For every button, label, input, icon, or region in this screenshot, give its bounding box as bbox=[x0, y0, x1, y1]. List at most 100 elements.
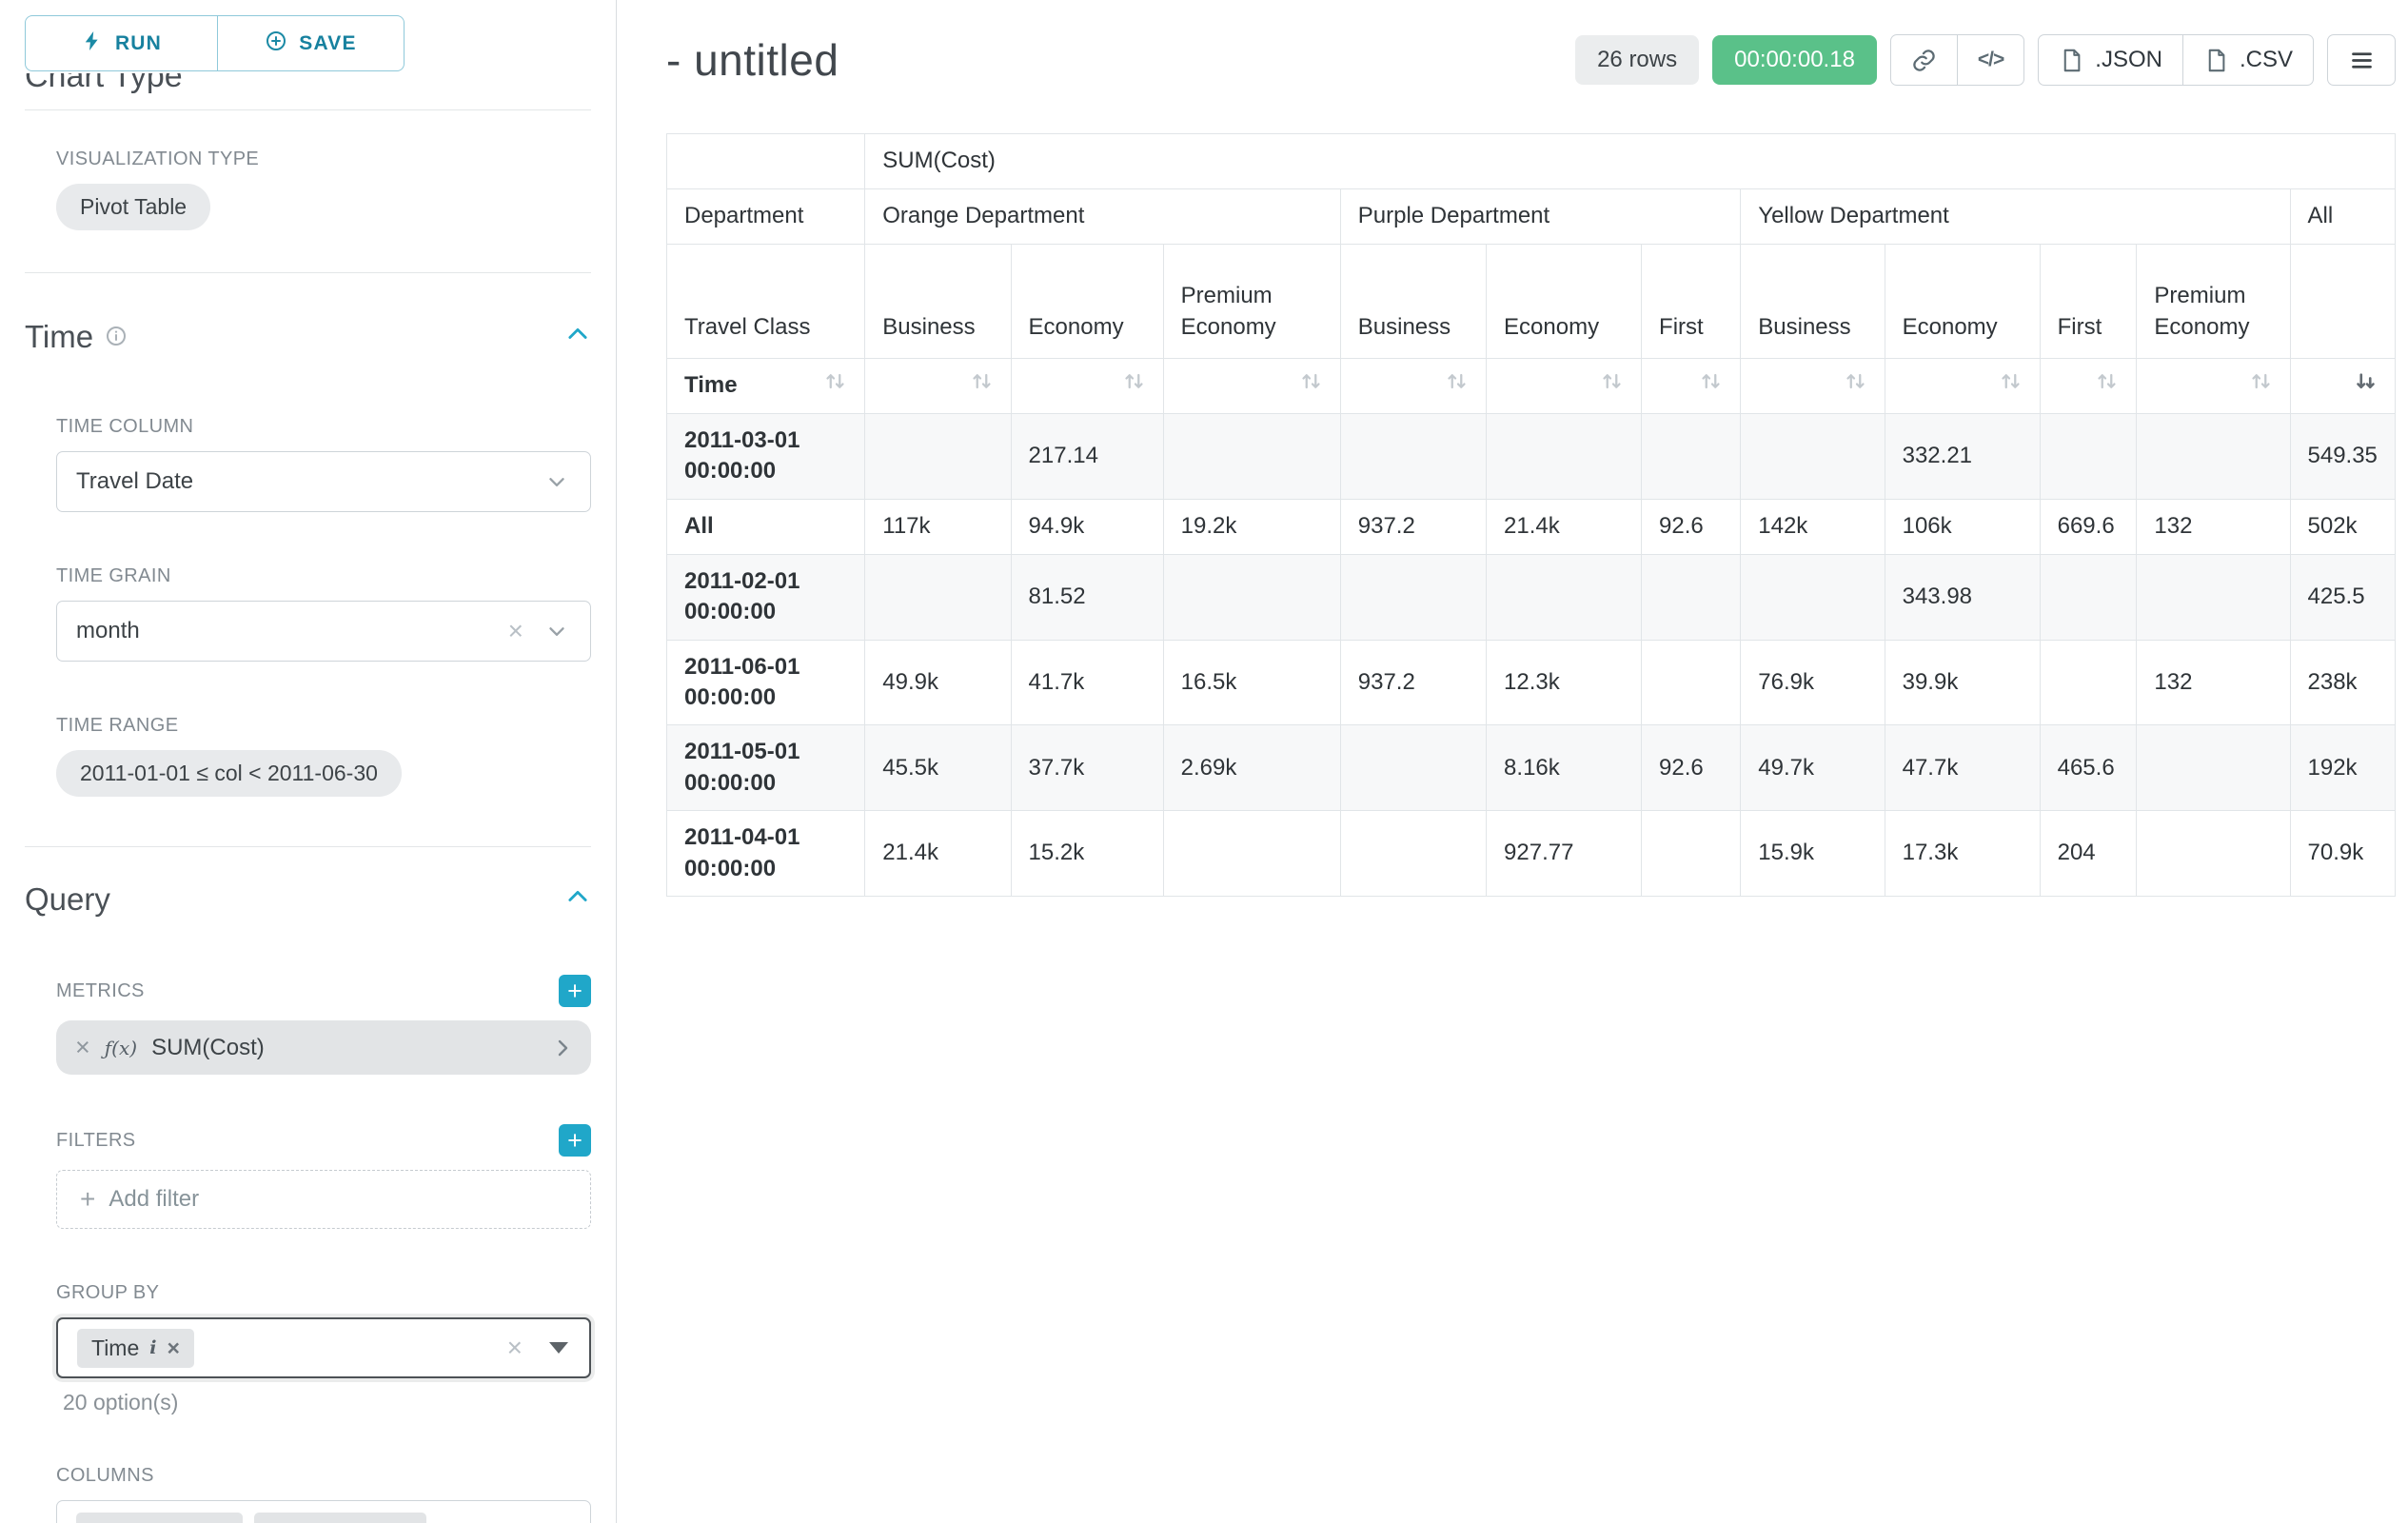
save-button[interactable]: SAVE bbox=[217, 15, 405, 71]
time-range-label: TIME RANGE bbox=[56, 715, 591, 737]
plus-circle-icon bbox=[265, 30, 287, 58]
sort-header-cell[interactable] bbox=[1741, 359, 1885, 414]
selected-option-chip[interactable]: Department× bbox=[76, 1513, 243, 1523]
pivot-data-cell: 332.21 bbox=[1885, 414, 2040, 500]
explore-view: RUN SAVE Chart Type VISUALIZATION TYPE P… bbox=[0, 0, 2408, 1523]
sort-icon[interactable] bbox=[823, 369, 847, 402]
pivot-data-cell: 45.5k bbox=[865, 725, 1011, 811]
fx-icon: ƒ(x) bbox=[105, 1037, 137, 1059]
pivot-data-cell: 937.2 bbox=[1340, 499, 1486, 554]
sort-icon[interactable] bbox=[1445, 369, 1469, 402]
sort-icon[interactable] bbox=[2354, 369, 2378, 402]
share-link-button[interactable] bbox=[1890, 34, 1958, 86]
visualization-type-value[interactable]: Pivot Table bbox=[56, 184, 210, 230]
pivot-data-cell: 12.3k bbox=[1487, 640, 1642, 725]
lightning-icon bbox=[81, 30, 104, 58]
sort-header-cell[interactable] bbox=[1642, 359, 1741, 414]
pivot-data-cell bbox=[1163, 414, 1340, 500]
travel-class-header-cell: Travel Class bbox=[667, 245, 865, 359]
class-header-cell: Business bbox=[1741, 245, 1885, 359]
view-query-button[interactable]: </> bbox=[1957, 34, 2024, 86]
sort-header-cell[interactable] bbox=[1885, 359, 2040, 414]
divider bbox=[25, 272, 591, 273]
selected-option-chip[interactable]: Timei× bbox=[77, 1329, 194, 1368]
menu-button[interactable] bbox=[2327, 34, 2396, 86]
link-icon bbox=[1911, 48, 1937, 73]
time-range-value[interactable]: 2011-01-01 ≤ col < 2011-06-30 bbox=[56, 750, 402, 797]
export-csv-label: .CSV bbox=[2240, 47, 2293, 73]
pivot-data-cell: 937.2 bbox=[1340, 640, 1486, 725]
code-icon: </> bbox=[1978, 49, 2003, 71]
collapse-section-icon[interactable] bbox=[564, 881, 591, 918]
pivot-data-cell: 132 bbox=[2137, 499, 2290, 554]
time-column-label: TIME COLUMN bbox=[56, 416, 591, 438]
save-button-label: SAVE bbox=[299, 32, 356, 55]
row-header-cell: 2011-02-01 00:00:00 bbox=[667, 554, 865, 640]
sort-icon[interactable] bbox=[2249, 369, 2273, 402]
run-button[interactable]: RUN bbox=[25, 15, 218, 71]
pivot-data-cell: 549.35 bbox=[2290, 414, 2396, 500]
group-by-select[interactable]: Timei× × bbox=[56, 1317, 591, 1378]
remove-chip-icon[interactable]: × bbox=[167, 1337, 179, 1359]
remove-metric-icon[interactable]: × bbox=[75, 1035, 90, 1060]
sort-header-cell[interactable] bbox=[2137, 359, 2290, 414]
sort-icon[interactable] bbox=[970, 369, 994, 402]
group-header-cell: Purple Department bbox=[1340, 189, 1741, 245]
pivot-data-cell bbox=[2040, 640, 2137, 725]
pivot-data-cell: 106k bbox=[1885, 499, 2040, 554]
pivot-data-cell: 502k bbox=[2290, 499, 2396, 554]
pivot-data-cell: 669.6 bbox=[2040, 499, 2137, 554]
add-filter-plus-button[interactable]: + bbox=[559, 1124, 591, 1157]
pivot-data-cell: 81.52 bbox=[1011, 554, 1163, 640]
sort-header-cell[interactable] bbox=[1163, 359, 1340, 414]
query-section-header: Query bbox=[0, 881, 616, 918]
pivot-data-cell bbox=[1340, 554, 1486, 640]
columns-select[interactable]: Department×Travel Class× × bbox=[56, 1500, 591, 1523]
metric-chip[interactable]: × ƒ(x) SUM(Cost) bbox=[56, 1020, 591, 1075]
sort-icon[interactable] bbox=[1999, 369, 2023, 402]
sort-header-cell[interactable] bbox=[2290, 359, 2396, 414]
class-header-cell: First bbox=[1642, 245, 1741, 359]
sort-icon[interactable] bbox=[1299, 369, 1323, 402]
chart-header: - untitled 26 rows 00:00:00.18 </> bbox=[666, 34, 2396, 86]
time-column-select[interactable]: Travel Date bbox=[56, 451, 591, 512]
sort-header-cell[interactable]: Time bbox=[667, 359, 865, 414]
selected-option-chip[interactable]: Travel Class× bbox=[254, 1513, 426, 1523]
sort-icon[interactable] bbox=[1122, 369, 1146, 402]
export-json-button[interactable]: .JSON bbox=[2038, 34, 2183, 86]
row-header-cell: All bbox=[667, 499, 865, 554]
share-button-group: </> bbox=[1890, 34, 2024, 86]
sort-icon[interactable] bbox=[2095, 369, 2119, 402]
pivot-data-cell bbox=[1487, 414, 1642, 500]
export-button-group: .JSON .CSV bbox=[2038, 34, 2314, 86]
sort-header-cell[interactable] bbox=[2040, 359, 2137, 414]
time-grain-select[interactable]: month × bbox=[56, 601, 591, 662]
sort-icon[interactable] bbox=[1600, 369, 1624, 402]
class-header-cell: Business bbox=[1340, 245, 1486, 359]
pivot-data-cell: 94.9k bbox=[1011, 499, 1163, 554]
pivot-data-cell: 465.6 bbox=[2040, 725, 2137, 811]
clear-icon[interactable]: × bbox=[508, 618, 523, 644]
sort-header-cell[interactable] bbox=[1340, 359, 1486, 414]
file-icon bbox=[2203, 48, 2229, 73]
clear-icon[interactable]: × bbox=[507, 1335, 523, 1361]
sort-header-cell[interactable] bbox=[1011, 359, 1163, 414]
add-metric-button[interactable]: + bbox=[559, 975, 591, 1007]
export-csv-button[interactable]: .CSV bbox=[2182, 34, 2314, 86]
collapse-section-icon[interactable] bbox=[564, 319, 591, 355]
pivot-data-cell: 17.3k bbox=[1885, 811, 2040, 897]
pivot-data-cell bbox=[2040, 414, 2137, 500]
pivot-data-cell bbox=[1340, 725, 1486, 811]
sort-header-cell[interactable] bbox=[865, 359, 1011, 414]
pivot-data-cell bbox=[1487, 554, 1642, 640]
add-filter-button[interactable]: + Add filter bbox=[56, 1170, 591, 1229]
visualization-type-label: VISUALIZATION TYPE bbox=[56, 148, 591, 170]
pivot-data-cell: 76.9k bbox=[1741, 640, 1885, 725]
chevron-right-icon[interactable] bbox=[551, 1037, 574, 1059]
pivot-data-cell bbox=[1340, 811, 1486, 897]
sort-header-cell[interactable] bbox=[1487, 359, 1642, 414]
metric-name: SUM(Cost) bbox=[151, 1035, 537, 1061]
sort-icon[interactable] bbox=[1844, 369, 1867, 402]
metric-header-cell: SUM(Cost) bbox=[865, 134, 2396, 189]
sort-icon[interactable] bbox=[1699, 369, 1723, 402]
